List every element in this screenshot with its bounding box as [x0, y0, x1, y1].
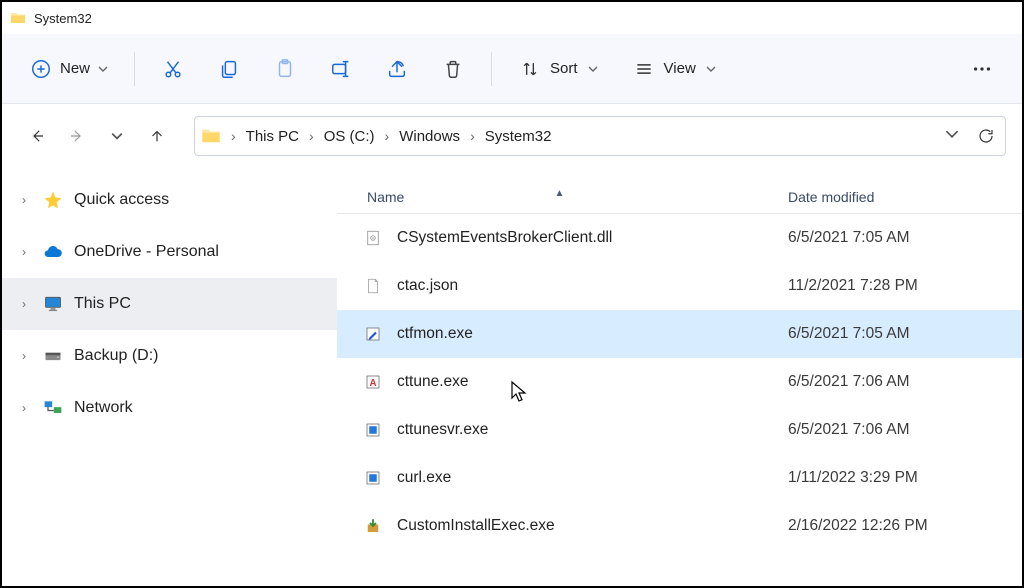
file-icon: [363, 516, 383, 536]
file-name: ctac.json: [397, 277, 458, 295]
chevron-down-icon: [98, 64, 108, 74]
file-row[interactable]: curl.exe 1/11/2022 3:29 PM: [337, 454, 1022, 502]
column-name-header[interactable]: Name: [367, 189, 404, 205]
file-icon: [363, 228, 383, 248]
navbar: › This PC › OS (C:) › Windows › System32: [2, 104, 1022, 168]
view-button[interactable]: View: [620, 49, 730, 89]
breadcrumb[interactable]: Windows: [395, 124, 464, 149]
chevron-right-icon[interactable]: ›: [16, 193, 32, 207]
network-icon: [42, 397, 64, 419]
file-list[interactable]: CSystemEventsBrokerClient.dll 6/5/2021 7:…: [337, 214, 1022, 550]
file-date: 1/11/2022 3:29 PM: [782, 469, 1022, 487]
chevron-right-icon[interactable]: ›: [16, 245, 32, 259]
chevron-right-icon[interactable]: ›: [16, 349, 32, 363]
file-row[interactable]: Acttune.exe 6/5/2021 7:06 AM: [337, 358, 1022, 406]
sort-label: Sort: [550, 60, 578, 77]
column-headers: ▲ Name Date modified: [337, 168, 1022, 214]
sidebar-item-label: This PC: [74, 295, 131, 313]
up-button[interactable]: [142, 121, 172, 151]
file-pane: ▲ Name Date modified CSystemEventsBroker…: [337, 168, 1022, 586]
plus-circle-icon: [30, 58, 52, 80]
sort-button[interactable]: Sort: [506, 49, 612, 89]
file-name: cttunesvr.exe: [397, 421, 488, 439]
file-icon: [363, 324, 383, 344]
separator: [491, 52, 492, 86]
rename-button[interactable]: [317, 49, 365, 89]
sidebar: › Quick access › OneDrive - Personal › T…: [2, 168, 337, 586]
file-name: ctfmon.exe: [397, 325, 473, 343]
file-icon: A: [363, 372, 383, 392]
toolbar: New Sort View: [2, 34, 1022, 104]
overflow-button[interactable]: [958, 49, 1006, 89]
new-button[interactable]: New: [18, 49, 120, 89]
titlebar: System32: [2, 2, 1022, 34]
cut-button[interactable]: [149, 49, 197, 89]
cloud-icon: [42, 241, 64, 263]
window-title: System32: [34, 11, 92, 26]
back-button[interactable]: [22, 121, 52, 151]
file-row[interactable]: ctac.json 11/2/2021 7:28 PM: [337, 262, 1022, 310]
recent-button[interactable]: [102, 121, 132, 151]
file-name: CSystemEventsBrokerClient.dll: [397, 229, 612, 247]
forward-button[interactable]: [62, 121, 92, 151]
sidebar-item-backup[interactable]: › Backup (D:): [2, 330, 337, 382]
drive-icon: [42, 345, 64, 367]
chevron-right-icon[interactable]: ›: [16, 401, 32, 415]
chevron-right-icon[interactable]: ›: [383, 128, 392, 144]
svg-text:A: A: [369, 378, 376, 389]
delete-button[interactable]: [429, 49, 477, 89]
file-row[interactable]: cttunesvr.exe 6/5/2021 7:06 AM: [337, 406, 1022, 454]
chevron-right-icon[interactable]: ›: [307, 128, 316, 144]
chevron-right-icon[interactable]: ›: [468, 128, 477, 144]
breadcrumb[interactable]: This PC: [242, 124, 303, 149]
chevron-right-icon[interactable]: ›: [16, 297, 32, 311]
sort-indicator-up-icon: ▲: [555, 188, 565, 199]
sidebar-item-label: Backup (D:): [74, 347, 158, 365]
address-bar[interactable]: › This PC › OS (C:) › Windows › System32: [194, 116, 1006, 156]
file-date: 6/5/2021 7:06 AM: [782, 421, 1022, 439]
folder-icon: [201, 126, 221, 146]
file-icon: [363, 276, 383, 296]
file-date: 6/5/2021 7:05 AM: [782, 229, 1022, 247]
file-icon: [363, 468, 383, 488]
new-label: New: [60, 60, 90, 77]
sidebar-item-onedrive[interactable]: › OneDrive - Personal: [2, 226, 337, 278]
sidebar-item-this-pc[interactable]: › This PC: [2, 278, 337, 330]
file-date: 6/5/2021 7:05 AM: [782, 325, 1022, 343]
refresh-button[interactable]: [977, 127, 995, 145]
chevron-down-icon: [588, 64, 598, 74]
file-date: 11/2/2021 7:28 PM: [782, 277, 1022, 295]
file-name: curl.exe: [397, 469, 451, 487]
sidebar-item-label: OneDrive - Personal: [74, 243, 219, 261]
star-icon: [42, 189, 64, 211]
chevron-down-icon: [706, 64, 716, 74]
paste-button[interactable]: [261, 49, 309, 89]
copy-button[interactable]: [205, 49, 253, 89]
sidebar-item-quick-access[interactable]: › Quick access: [2, 174, 337, 226]
file-date: 6/5/2021 7:06 AM: [782, 373, 1022, 391]
file-name: CustomInstallExec.exe: [397, 517, 555, 535]
file-row[interactable]: CustomInstallExec.exe 2/16/2022 12:26 PM: [337, 502, 1022, 550]
sidebar-item-label: Network: [74, 399, 133, 417]
file-row[interactable]: CSystemEventsBrokerClient.dll 6/5/2021 7:…: [337, 214, 1022, 262]
breadcrumb[interactable]: OS (C:): [320, 124, 379, 149]
file-name: cttune.exe: [397, 373, 469, 391]
monitor-icon: [42, 293, 64, 315]
chevron-down-icon[interactable]: [945, 127, 959, 145]
file-icon: [363, 420, 383, 440]
view-label: View: [664, 60, 696, 77]
column-date-header[interactable]: Date modified: [782, 189, 1022, 205]
file-date: 2/16/2022 12:26 PM: [782, 517, 1022, 535]
sidebar-item-network[interactable]: › Network: [2, 382, 337, 434]
chevron-right-icon[interactable]: ›: [229, 128, 238, 144]
share-button[interactable]: [373, 49, 421, 89]
file-row[interactable]: ctfmon.exe 6/5/2021 7:05 AM: [337, 310, 1022, 358]
breadcrumb[interactable]: System32: [481, 124, 556, 149]
sidebar-item-label: Quick access: [74, 191, 169, 209]
folder-icon: [10, 10, 26, 26]
separator: [134, 52, 135, 86]
